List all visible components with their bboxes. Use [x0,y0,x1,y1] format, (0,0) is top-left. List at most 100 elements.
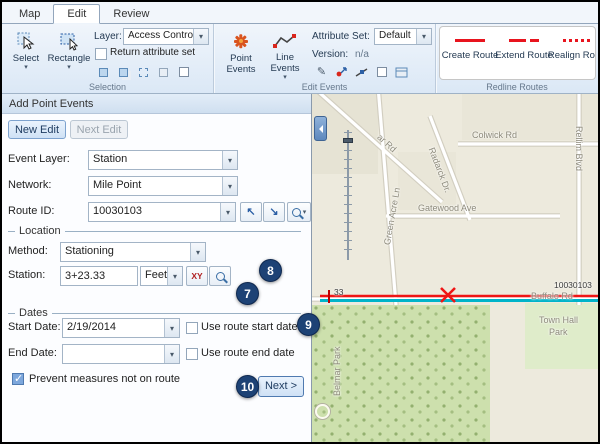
dropdown-arrow-icon[interactable] [167,267,182,285]
xy-icon: XY [191,271,202,281]
zoom-slider-handle[interactable] [343,138,353,143]
new-edit-button[interactable]: New Edit [8,120,66,139]
line-events-button[interactable]: Line Events ▾ [264,26,306,82]
layer-dropdown[interactable]: Access Control [123,28,209,45]
route-id-label: Route ID: [8,205,54,217]
layer-value: Access Control [124,29,193,44]
create-route-label: Create Route [442,50,499,61]
locate-station-button[interactable] [209,266,231,286]
return-attribute-set-checkbox[interactable] [95,48,107,60]
realign-route-button[interactable]: Realign Route [552,30,596,76]
use-selected-route-button[interactable]: ↘ [263,202,285,222]
rectangle-button[interactable]: Rectangle ▾ [48,26,90,82]
select-label: Select [13,53,39,64]
attribute-set-label: Attribute Set: [312,31,370,42]
tab-map[interactable]: Map [6,5,53,23]
station-label: Station: [8,269,45,281]
dropdown-arrow-icon[interactable] [190,243,205,261]
end-date-value [63,345,164,363]
dropdown-arrow-icon[interactable] [220,203,235,221]
location-group-label: Location [19,225,61,237]
dropdown-arrow-icon[interactable] [222,177,237,195]
move-point-icon[interactable] [332,64,351,80]
ribbon-group-selection: Select ▾ Rectangle ▾ Layer: Access Contr… [2,24,214,93]
prevent-measures-checkbox[interactable] [12,373,24,385]
layer-label: Layer: [94,31,122,42]
units-value: Feet [141,267,167,285]
next-button[interactable]: Next > [258,376,304,397]
map-label: Buffalo Rd [531,291,573,301]
map-label: Gatewood Ave [418,203,476,213]
route-id-combo[interactable]: 10030103 [88,202,236,222]
method-dropdown[interactable]: Stationing [60,242,206,262]
selection-group-title: Selection [2,82,213,92]
station-input[interactable] [60,266,138,286]
route-locator-menu-button[interactable] [287,202,311,222]
ribbon-tabbar: Map Edit Review [2,2,598,24]
network-value: Mile Point [89,177,222,195]
create-route-icon [455,39,485,42]
zoom-slider[interactable] [343,130,353,260]
rectangle-dropdown-caret-icon[interactable]: ▾ [67,64,71,71]
line-events-caret-icon[interactable]: ▾ [283,74,287,81]
zoom-slider-ticks [344,132,352,258]
end-date-picker[interactable] [62,344,180,364]
dropdown-arrow-icon[interactable] [416,29,431,44]
calendar-arrow-icon[interactable] [164,319,179,337]
map-view[interactable]: ar RdColwick RdRellim BlvdRadarck Dr.Gre… [312,94,598,442]
edit-pencil-icon[interactable]: ✎ [312,64,331,80]
next-edit-button[interactable]: Next Edit [70,120,128,139]
redline-highlight-box: Create Route Extend Route Realign Route [439,26,596,80]
selection-options-icon[interactable] [174,64,193,80]
use-route-end-date-checkbox[interactable] [186,348,198,360]
point-events-button[interactable]: Point Events [220,26,262,82]
event-layer-label: Event Layer: [8,153,70,165]
split-event-icon[interactable] [352,64,371,80]
dates-group-label: Dates [19,307,48,319]
use-selected-route-icon: ↘ [269,207,278,218]
extend-route-button[interactable]: Extend Route [498,30,550,76]
magnifier-icon [292,208,301,217]
select-route-on-map-icon: ↖ [246,207,255,218]
units-dropdown[interactable]: Feet [140,266,183,286]
sync-events-icon[interactable] [392,64,411,80]
map-label: Rellim Blvd [574,126,584,171]
select-button[interactable]: Select ▾ [5,26,47,82]
map-canvas[interactable] [312,94,598,442]
method-label: Method: [8,245,48,257]
new-selection-icon[interactable] [94,64,113,80]
map-label: Town Hall [539,315,578,325]
tab-review[interactable]: Review [100,5,162,23]
network-dropdown[interactable]: Mile Point [88,176,238,196]
attribute-table-icon[interactable] [372,64,391,80]
attribute-set-dropdown[interactable]: Default [374,28,432,45]
select-route-on-map-button[interactable]: ↖ [240,202,262,222]
use-route-start-date-checkbox[interactable] [186,322,198,334]
dropdown-arrow-icon[interactable] [193,29,208,44]
select-by-box-icon[interactable] [134,64,153,80]
version-label: Version: [312,49,348,60]
edit-tools-row: ✎ [312,64,411,80]
callout-8: 8 [259,259,282,282]
use-route-end-date-label: Use route end date [201,347,295,359]
end-date-label: End Date: [8,347,57,359]
xy-coordinates-button[interactable]: XY [186,266,208,286]
line-events-icon [273,29,297,52]
calendar-arrow-icon[interactable] [164,345,179,363]
callout-7: 7 [236,282,259,305]
version-value: n/a [355,49,369,60]
tab-edit[interactable]: Edit [53,4,100,24]
extend-route-icon [509,39,539,42]
select-dropdown-caret-icon[interactable]: ▾ [24,64,28,71]
use-route-start-date-label: Use route start date [201,321,298,333]
clear-selection-icon[interactable] [154,64,173,80]
start-date-value: 2/19/2014 [63,319,164,337]
event-layer-dropdown[interactable]: Station [88,150,238,170]
line-events-label: Line Events [265,52,305,74]
map-label: Colwick Rd [472,130,517,140]
panel-collapse-arrow-button[interactable] [314,116,327,141]
start-date-picker[interactable]: 2/19/2014 [62,318,180,338]
add-to-selection-icon[interactable] [114,64,133,80]
create-route-button[interactable]: Create Route [444,30,496,76]
dropdown-arrow-icon[interactable] [222,151,237,169]
